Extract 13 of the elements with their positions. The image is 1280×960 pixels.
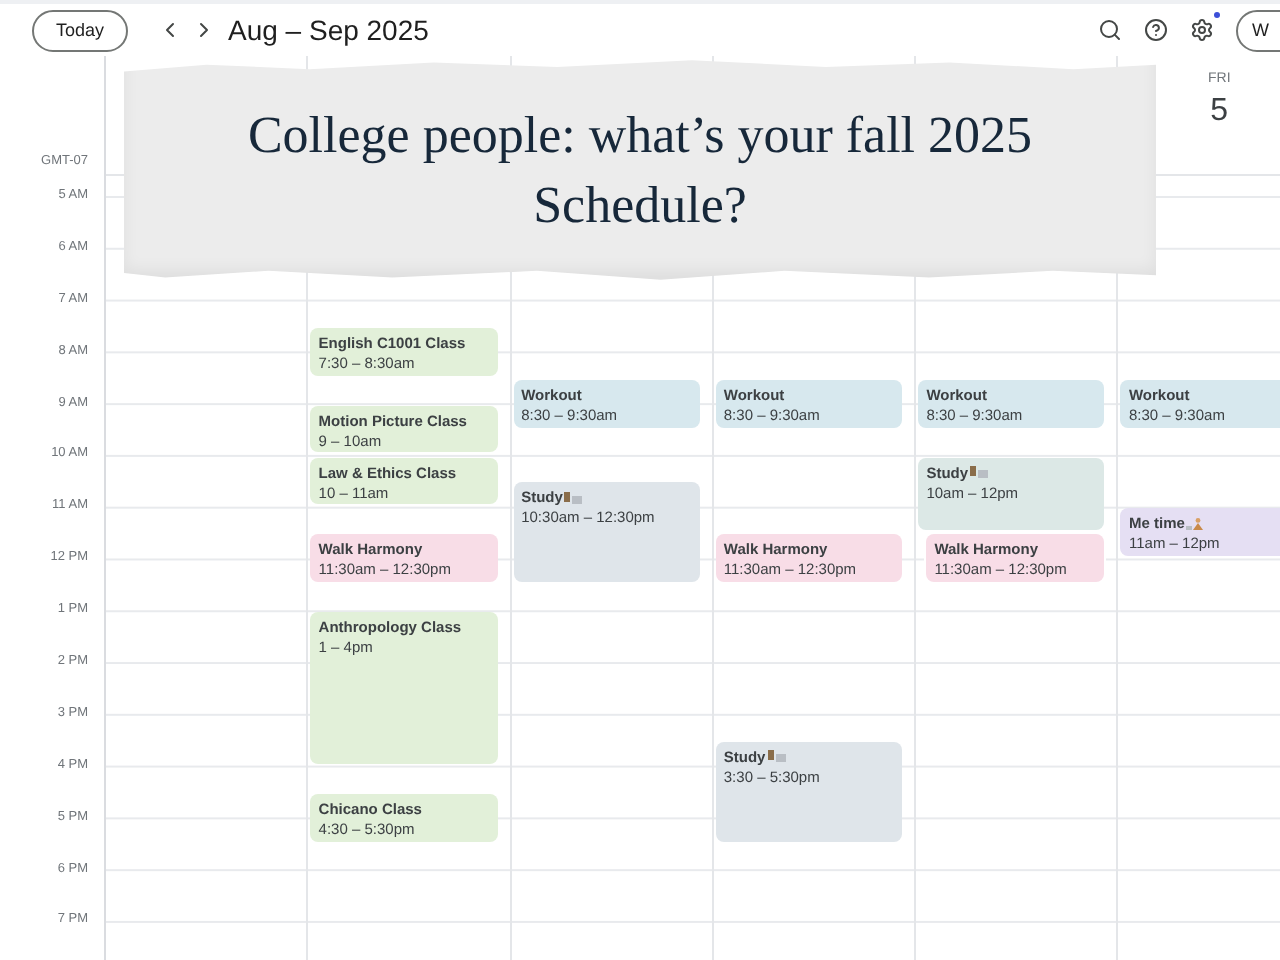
- book-icon: [767, 750, 786, 763]
- book-icon: [564, 491, 583, 504]
- notification-dot: [1214, 12, 1220, 18]
- date-range-title: Aug – Sep 2025: [228, 14, 429, 46]
- settings-icon: [1190, 18, 1214, 42]
- book-icon: [970, 466, 989, 478]
- meditation-icon: [1186, 517, 1205, 530]
- view-button[interactable]: W: [1236, 9, 1280, 51]
- date-number[interactable]: 5: [1210, 94, 1229, 130]
- search-icon: [1098, 18, 1122, 42]
- banner-text: College people: what’s your fall 2025 Schedule?: [245, 103, 1035, 238]
- today-button[interactable]: Today: [32, 9, 128, 51]
- help-icon: [1144, 18, 1168, 42]
